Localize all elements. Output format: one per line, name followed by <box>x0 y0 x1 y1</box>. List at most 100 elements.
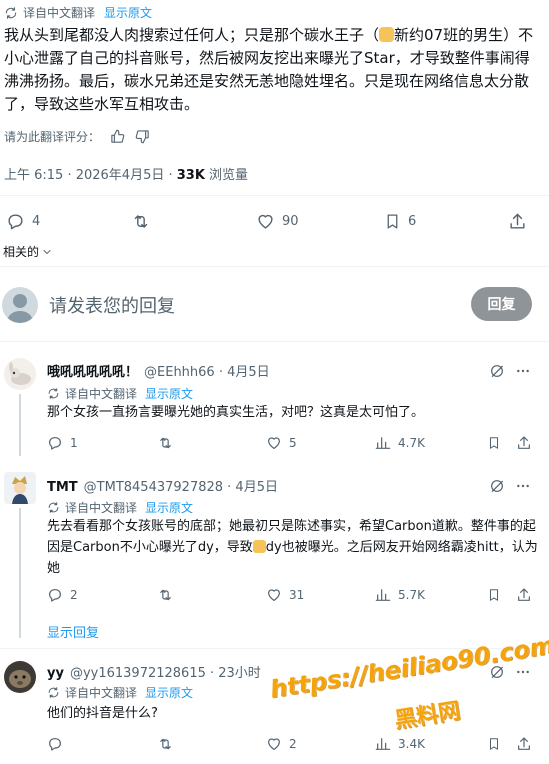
reply-action[interactable]: 4 <box>6 212 40 231</box>
retweet-action[interactable] <box>157 736 174 752</box>
like-count: 5 <box>289 436 297 450</box>
thread-line <box>19 394 21 456</box>
views-action[interactable]: 4.7K <box>375 435 425 451</box>
retweet-icon <box>160 738 171 750</box>
show-replies-link[interactable]: 显示回复 <box>47 622 99 641</box>
reply-button[interactable]: 回复 <box>471 287 532 321</box>
translate-label: 译自中文翻译 <box>65 387 138 401</box>
translate-label: 译自中文翻译 <box>65 686 138 700</box>
translation-info: 译自中文翻译 显示原文 <box>47 499 193 516</box>
thumbs-up-icon[interactable] <box>110 129 125 144</box>
reply-count: 2 <box>70 588 78 602</box>
translation-info: 译自中文翻译 显示原文 <box>47 385 193 402</box>
related-link[interactable]: 相关的 <box>3 243 53 260</box>
avatar[interactable] <box>4 661 36 693</box>
reply-action[interactable]: 2 <box>47 587 78 603</box>
bookmark-icon <box>387 214 398 229</box>
rabbit-avatar-icon <box>9 362 31 385</box>
animal-avatar-icon <box>9 670 31 688</box>
default-avatar-icon <box>6 294 34 323</box>
views-icon <box>375 589 391 601</box>
view-count: 5.7K <box>398 588 425 602</box>
display-name[interactable]: yy <box>47 666 64 681</box>
views-count: 33K <box>176 168 205 183</box>
reply-text: 那个女孩一直扬言要曝光她的真实生活，对吧？这真是太可怕了。 <box>47 405 425 420</box>
heart-icon <box>268 437 280 449</box>
show-original-link[interactable]: 显示原文 <box>104 4 152 21</box>
reply-header: 哦吼吼吼吼吼！ @EEhhh66 · 4月5日 <box>47 361 270 380</box>
share-icon[interactable] <box>516 736 532 752</box>
reply-header: yy @yy1613972128615 · 23小时 <box>47 662 261 681</box>
translate-icon <box>48 502 59 513</box>
reply-icon <box>49 738 61 751</box>
retweet-action[interactable] <box>157 435 174 451</box>
reply-icon <box>49 437 61 450</box>
like-count: 31 <box>289 588 305 602</box>
retweet-icon <box>160 437 171 449</box>
translate-icon <box>5 6 17 19</box>
reply-action[interactable]: 1 <box>47 435 78 451</box>
cat-emoji <box>379 27 395 42</box>
retweet-action[interactable] <box>131 212 151 231</box>
heart-icon <box>258 214 273 229</box>
share-action[interactable] <box>508 212 527 231</box>
retweet-icon <box>134 215 148 228</box>
translate-icon <box>48 687 59 698</box>
bookmark-action[interactable]: 6 <box>384 212 416 231</box>
avatar[interactable] <box>4 358 36 390</box>
display-name[interactable]: TMT <box>47 480 78 495</box>
more-icon[interactable] <box>515 363 531 379</box>
like-action[interactable]: 2 <box>266 736 297 752</box>
chevron-down-icon <box>43 249 51 254</box>
reply-action[interactable] <box>47 736 63 752</box>
reply-count: 4 <box>32 214 41 229</box>
reply-input[interactable]: 请发表您的回复 <box>49 292 175 318</box>
views-icon <box>375 738 391 750</box>
bookmark-icon[interactable] <box>487 587 501 603</box>
tweet-text-part1: 我从头到尾都没人肉搜索过任何人；只是那个碳水王子（ <box>4 26 380 44</box>
reply-icon <box>49 589 61 602</box>
show-original-link[interactable]: 显示原文 <box>145 499 193 516</box>
reply-text: 他们的抖音是什么? <box>47 706 158 721</box>
retweet-action[interactable] <box>157 587 174 603</box>
grok-icon[interactable] <box>489 478 505 494</box>
tweet-time[interactable]: 上午 6:15 · 2026年4月5日 · <box>4 168 177 183</box>
translation-info: 译自中文翻译 显示原文 <box>4 4 152 21</box>
reply-icon <box>8 214 23 230</box>
views-action[interactable]: 5.7K <box>375 587 425 603</box>
heart-icon <box>268 589 280 601</box>
like-action[interactable]: 90 <box>256 212 299 231</box>
show-original-link[interactable]: 显示原文 <box>145 385 193 402</box>
handle-and-date[interactable]: @EEhhh66 · 4月5日 <box>144 361 270 380</box>
tweet-meta: 上午 6:15 · 2026年4月5日 · 33K 浏览量 <box>4 164 248 183</box>
like-action[interactable]: 31 <box>266 587 304 603</box>
share-icon[interactable] <box>516 587 532 603</box>
reply-count: 1 <box>70 436 78 450</box>
bookmark-icon[interactable] <box>487 736 501 752</box>
views-action[interactable]: 3.4K <box>375 736 425 752</box>
thumbs-down-icon[interactable] <box>135 129 150 144</box>
tweet-text: 我从头到尾都没人肉搜索过任何人；只是那个碳水王子（ 新约07班的男生）不小心泄露了… <box>4 24 542 116</box>
rate-label: 请为此翻译评分： <box>4 130 101 144</box>
rate-translation: 请为此翻译评分： <box>4 128 150 145</box>
handle-and-date[interactable]: @yy1613972128615 · 23小时 <box>70 662 261 681</box>
user-avatar[interactable] <box>2 287 38 323</box>
display-name[interactable]: 哦吼吼吼吼吼！ <box>47 361 138 380</box>
more-icon[interactable] <box>515 478 531 494</box>
share-icon[interactable] <box>516 435 532 451</box>
translate-label: 译自中文翻译 <box>23 6 96 20</box>
cartoon-avatar-icon <box>12 476 28 504</box>
handle-and-date[interactable]: @TMT845437927828 · 4月5日 <box>84 476 278 495</box>
show-original-link[interactable]: 显示原文 <box>145 684 193 701</box>
more-icon[interactable] <box>515 664 531 680</box>
avatar[interactable] <box>4 472 36 504</box>
views-label: 浏览量 <box>204 168 249 183</box>
like-action[interactable]: 5 <box>266 435 297 451</box>
view-count: 4.7K <box>398 436 425 450</box>
bookmark-icon[interactable] <box>487 435 501 451</box>
heart-icon <box>268 738 280 750</box>
watermark-name: 黑料网 <box>392 698 463 734</box>
related-label: 相关的 <box>3 245 40 259</box>
grok-icon[interactable] <box>489 363 505 379</box>
reply-header: TMT @TMT845437927828 · 4月5日 <box>47 476 278 495</box>
